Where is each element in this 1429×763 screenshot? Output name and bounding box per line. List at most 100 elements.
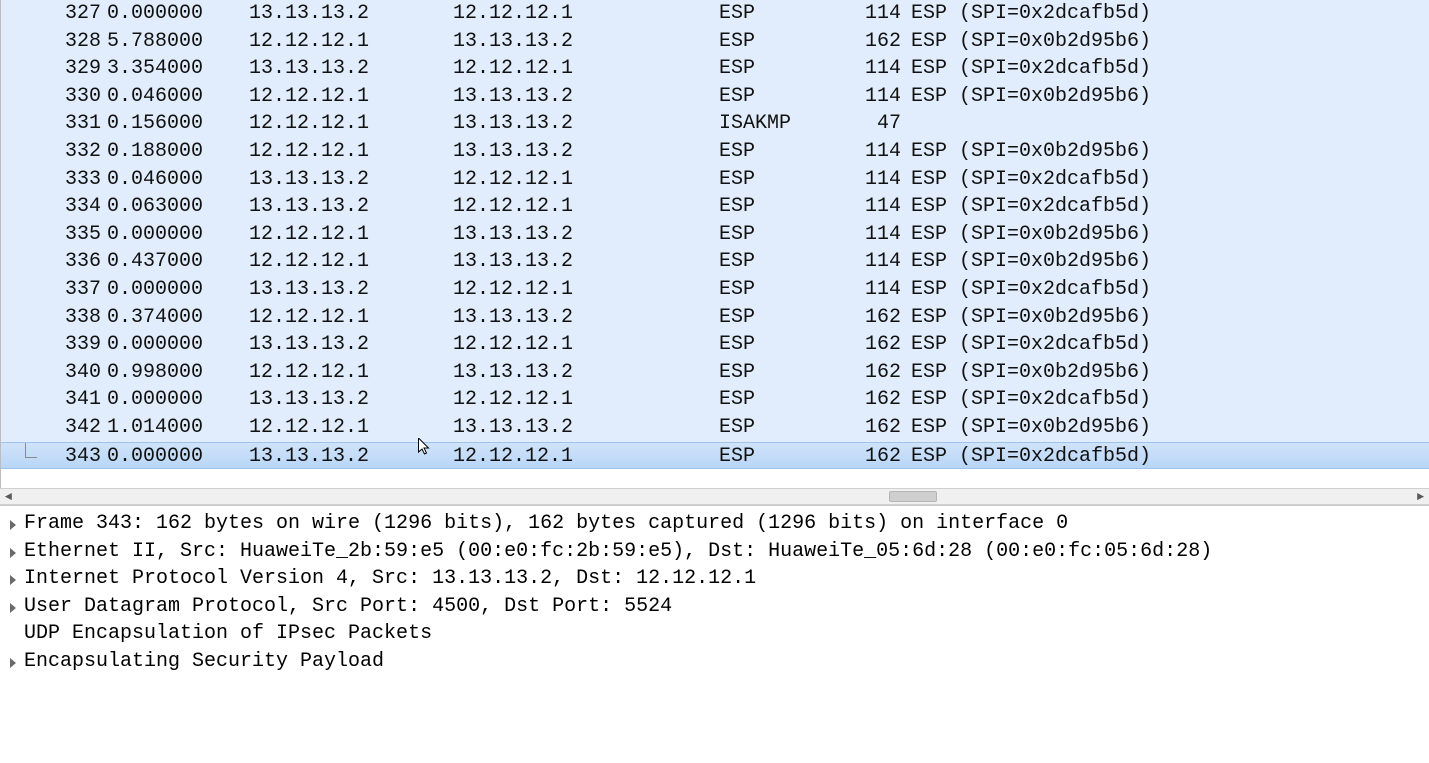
packet-destination: 13.13.13.2 (453, 304, 719, 332)
scroll-left-arrow-icon[interactable]: ◄ (0, 489, 17, 504)
packet-source: 12.12.12.1 (221, 83, 453, 111)
packet-length: 114 (831, 0, 907, 28)
packet-row[interactable]: 3400.99800012.12.12.113.13.13.2ESP162ESP… (1, 359, 1429, 387)
packet-time: 1.014000 (101, 414, 221, 442)
packet-destination: 13.13.13.2 (453, 83, 719, 111)
packet-info: ESP (SPI=0x2dcafb5d) (907, 0, 1387, 28)
packet-info: ESP (SPI=0x2dcafb5d) (907, 166, 1387, 194)
packet-no: 337 (21, 276, 101, 304)
packet-protocol: ESP (719, 28, 831, 56)
packet-row[interactable]: 3285.78800012.12.12.113.13.13.2ESP162ESP… (1, 28, 1429, 56)
packet-row[interactable]: 3360.43700012.12.12.113.13.13.2ESP114ESP… (1, 248, 1429, 276)
packet-row[interactable]: 3330.04600013.13.13.212.12.12.1ESP114ESP… (1, 166, 1429, 194)
packet-details-pane[interactable]: Frame 343: 162 bytes on wire (1296 bits)… (0, 505, 1429, 763)
detail-line[interactable]: Encapsulating Security Payload (0, 648, 1429, 676)
packet-destination: 12.12.12.1 (453, 386, 719, 414)
packet-row[interactable]: 3320.18800012.12.12.113.13.13.2ESP114ESP… (1, 138, 1429, 166)
packet-no: 336 (21, 248, 101, 276)
packet-row[interactable]: 3380.37400012.12.12.113.13.13.2ESP162ESP… (1, 304, 1429, 332)
packet-source: 12.12.12.1 (221, 414, 453, 442)
packet-source: 13.13.13.2 (221, 55, 453, 83)
detail-line[interactable]: Internet Protocol Version 4, Src: 13.13.… (0, 565, 1429, 593)
packet-protocol: ESP (719, 248, 831, 276)
packet-source: 13.13.13.2 (221, 331, 453, 359)
detail-line[interactable]: Frame 343: 162 bytes on wire (1296 bits)… (0, 510, 1429, 538)
packet-source: 12.12.12.1 (221, 304, 453, 332)
packet-protocol: ISAKMP (719, 110, 831, 138)
packet-source: 12.12.12.1 (221, 359, 453, 387)
detail-line[interactable]: UDP Encapsulation of IPsec Packets (0, 620, 1429, 648)
packet-time: 3.354000 (101, 55, 221, 83)
packet-length: 162 (831, 443, 907, 471)
packet-time: 0.046000 (101, 166, 221, 194)
scroll-right-arrow-icon[interactable]: ► (1412, 489, 1429, 504)
packet-destination: 12.12.12.1 (453, 166, 719, 194)
packet-length: 114 (831, 248, 907, 276)
packet-protocol: ESP (719, 276, 831, 304)
packet-source: 12.12.12.1 (221, 110, 453, 138)
packet-length: 114 (831, 276, 907, 304)
horizontal-scrollbar[interactable]: ◄ ► (0, 488, 1429, 505)
packet-info: ESP (SPI=0x0b2d95b6) (907, 221, 1387, 249)
packet-row[interactable]: 3310.15600012.12.12.113.13.13.2ISAKMP47 (1, 110, 1429, 138)
packet-source: 12.12.12.1 (221, 248, 453, 276)
packet-row[interactable]: 3293.35400013.13.13.212.12.12.1ESP114ESP… (1, 55, 1429, 83)
packet-no: 327 (21, 0, 101, 28)
packet-row[interactable]: 3270.00000013.13.13.212.12.12.1ESP114ESP… (1, 0, 1429, 28)
packet-row[interactable]: 3300.04600012.12.12.113.13.13.2ESP114ESP… (1, 83, 1429, 111)
packet-protocol: ESP (719, 193, 831, 221)
detail-line[interactable]: User Datagram Protocol, Src Port: 4500, … (0, 593, 1429, 621)
packet-source: 13.13.13.2 (221, 166, 453, 194)
packet-length: 162 (831, 28, 907, 56)
packet-destination: 12.12.12.1 (453, 443, 719, 471)
packet-no: 335 (21, 221, 101, 249)
packet-length: 162 (831, 359, 907, 387)
packet-time: 0.000000 (101, 443, 221, 471)
packet-no: 328 (21, 28, 101, 56)
packet-length: 114 (831, 83, 907, 111)
packet-destination: 13.13.13.2 (453, 359, 719, 387)
packet-protocol: ESP (719, 359, 831, 387)
packet-row[interactable]: 3390.00000013.13.13.212.12.12.1ESP162ESP… (1, 331, 1429, 359)
packet-destination: 13.13.13.2 (453, 28, 719, 56)
packet-length: 162 (831, 414, 907, 442)
packet-no: 343 (21, 443, 101, 471)
packet-source: 12.12.12.1 (221, 138, 453, 166)
packet-protocol: ESP (719, 331, 831, 359)
packet-protocol: ESP (719, 414, 831, 442)
packet-destination: 13.13.13.2 (453, 248, 719, 276)
packet-destination: 12.12.12.1 (453, 193, 719, 221)
packet-protocol: ESP (719, 304, 831, 332)
packet-row[interactable]: 3430.00000013.13.13.212.12.12.1ESP162ESP… (1, 442, 1429, 470)
packet-info: ESP (SPI=0x2dcafb5d) (907, 386, 1387, 414)
packet-length: 162 (831, 386, 907, 414)
packet-time: 5.788000 (101, 28, 221, 56)
packet-time: 0.000000 (101, 276, 221, 304)
packet-protocol: ESP (719, 443, 831, 471)
packet-info: ESP (SPI=0x2dcafb5d) (907, 443, 1387, 471)
packet-row[interactable]: 3340.06300013.13.13.212.12.12.1ESP114ESP… (1, 193, 1429, 221)
packet-time: 0.156000 (101, 110, 221, 138)
packet-row[interactable]: 3370.00000013.13.13.212.12.12.1ESP114ESP… (1, 276, 1429, 304)
packet-source: 13.13.13.2 (221, 276, 453, 304)
packet-no: 341 (21, 386, 101, 414)
packet-length: 114 (831, 166, 907, 194)
packet-info: ESP (SPI=0x0b2d95b6) (907, 359, 1387, 387)
packet-row[interactable]: 3350.00000012.12.12.113.13.13.2ESP114ESP… (1, 221, 1429, 249)
scroll-track[interactable] (17, 489, 1412, 504)
packet-no: 333 (21, 166, 101, 194)
packet-time: 0.998000 (101, 359, 221, 387)
packet-source: 12.12.12.1 (221, 221, 453, 249)
packet-protocol: ESP (719, 0, 831, 28)
packet-row[interactable]: 3410.00000013.13.13.212.12.12.1ESP162ESP… (1, 386, 1429, 414)
packet-source: 13.13.13.2 (221, 443, 453, 471)
packet-destination: 13.13.13.2 (453, 221, 719, 249)
scroll-thumb[interactable] (889, 491, 937, 502)
packet-source: 12.12.12.1 (221, 28, 453, 56)
packet-length: 162 (831, 331, 907, 359)
detail-line[interactable]: Ethernet II, Src: HuaweiTe_2b:59:e5 (00:… (0, 538, 1429, 566)
packet-row[interactable]: 3421.01400012.12.12.113.13.13.2ESP162ESP… (1, 414, 1429, 442)
packet-no: 340 (21, 359, 101, 387)
packet-time: 0.063000 (101, 193, 221, 221)
packet-list-pane[interactable]: 3270.00000013.13.13.212.12.12.1ESP114ESP… (0, 0, 1429, 488)
